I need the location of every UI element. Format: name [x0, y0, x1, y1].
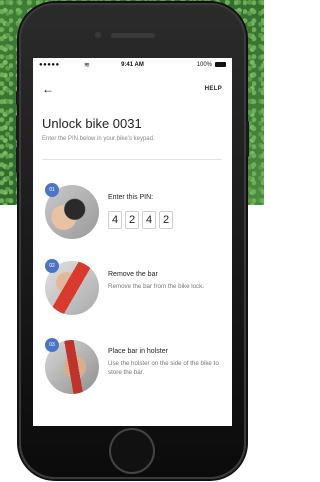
- pin-digit: 4: [142, 211, 156, 229]
- divider: [42, 159, 222, 160]
- pin-digit: 2: [159, 211, 173, 229]
- pin-display: 4 2 4 2: [108, 211, 176, 229]
- step-number-badge: 01: [45, 183, 59, 197]
- pin-digit: 2: [125, 211, 139, 229]
- page-title: Unlock bike 0031: [42, 116, 142, 131]
- nav-bar: ← HELP: [33, 80, 232, 102]
- battery-icon: [215, 62, 226, 67]
- step-title: Place bar in holster: [108, 348, 168, 355]
- step-title: Enter this PIN:: [108, 194, 154, 201]
- phone-frame: ●●●●● ≋ 9:41 AM 100% ← HELP Unlock bike …: [16, 3, 249, 479]
- step-description: Remove the bar from the bike lock.: [108, 283, 204, 290]
- help-button[interactable]: HELP: [205, 86, 222, 92]
- volume-down-button: [16, 147, 19, 173]
- step-remove-bar: 02 Remove the bar Remove the bar from th…: [33, 259, 232, 325]
- app-screen: ●●●●● ≋ 9:41 AM 100% ← HELP Unlock bike …: [33, 58, 232, 426]
- step-number-badge: 03: [45, 338, 59, 352]
- step-title: Remove the bar: [108, 271, 158, 278]
- home-button[interactable]: [109, 428, 155, 474]
- step-description: Use the holster on the side of the bike …: [108, 360, 219, 376]
- battery-percentage: 100%: [196, 62, 212, 68]
- step-enter-pin: 01 Enter this PIN: 4 2 4 2: [33, 183, 232, 249]
- back-arrow-icon[interactable]: ←: [42, 82, 54, 96]
- volume-up-button: [16, 115, 19, 141]
- page-subtitle: Enter the PIN below in your bike’s keypa…: [42, 136, 155, 142]
- front-camera: [95, 32, 101, 38]
- step-number-badge: 02: [45, 259, 59, 273]
- pin-digit: 4: [108, 211, 122, 229]
- earpiece-speaker: [111, 33, 155, 38]
- mute-switch: [16, 91, 19, 105]
- step-place-bar: 03 Place bar in holster Use the holster …: [33, 338, 232, 404]
- power-button: [246, 121, 249, 157]
- status-bar: ●●●●● ≋ 9:41 AM 100%: [33, 58, 232, 72]
